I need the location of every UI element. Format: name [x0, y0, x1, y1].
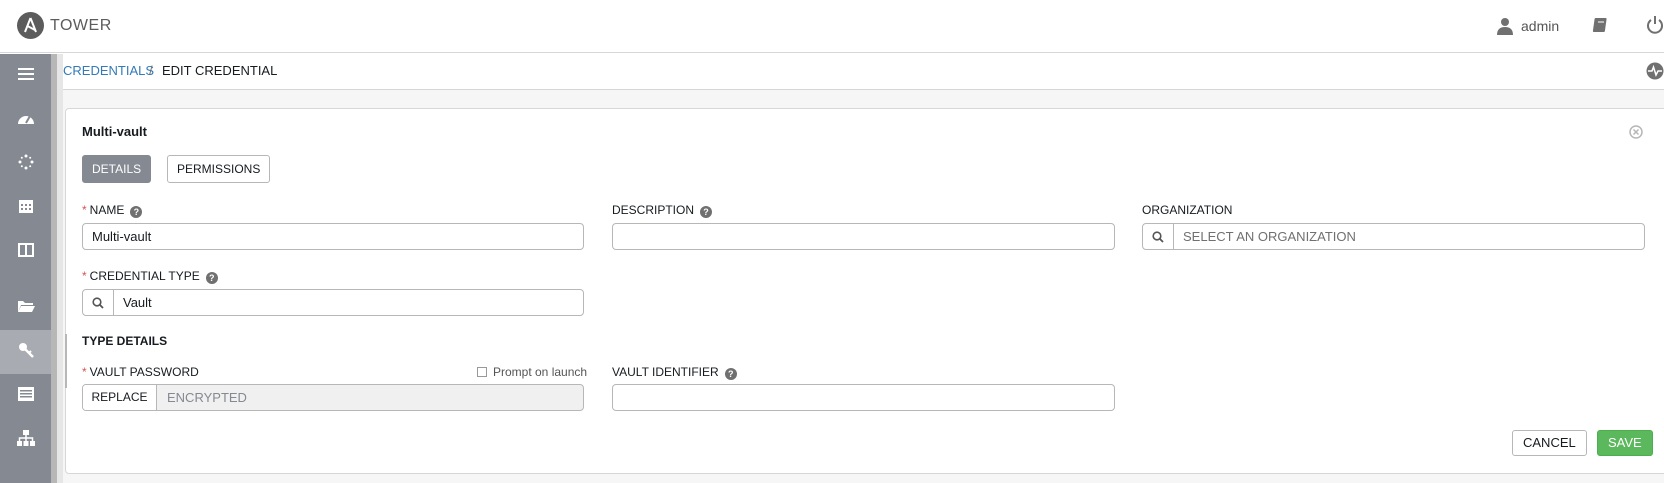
user-name-link[interactable]: admin	[1521, 18, 1559, 34]
vault-password-value: ENCRYPTED	[167, 390, 247, 405]
vault-password-field[interactable]: REPLACE ENCRYPTED	[82, 384, 584, 411]
name-input[interactable]: Multi-vault	[82, 223, 584, 250]
prompt-on-launch-label: Prompt on launch	[493, 365, 588, 379]
brand-name: TOWER	[50, 17, 112, 34]
folder-icon	[17, 299, 35, 318]
breadcrumb-separator: /	[149, 63, 153, 78]
vault-identifier-label: VAULT IDENTIFIER?	[612, 365, 737, 380]
help-icon[interactable]: ?	[700, 206, 713, 218]
breadcrumb-credentials-link[interactable]: CREDENTIALS	[63, 63, 154, 78]
sidebar-item-portal[interactable]	[0, 230, 51, 274]
prompt-on-launch[interactable]: Prompt on launch	[477, 365, 587, 379]
required-marker: *	[82, 203, 87, 217]
sidebar-item-schedules[interactable]	[0, 186, 51, 230]
sitemap-icon	[16, 429, 35, 451]
required-marker: *	[82, 365, 87, 379]
vault-password-label: * VAULT PASSWORD	[82, 365, 199, 379]
search-icon[interactable]	[1143, 224, 1174, 249]
key-icon	[18, 342, 34, 363]
save-button[interactable]: SAVE	[1597, 430, 1653, 456]
name-label: * NAME?	[82, 203, 143, 218]
required-marker: *	[82, 269, 87, 283]
tab-details[interactable]: DETAILS	[82, 155, 152, 183]
credential-type-lookup[interactable]: Vault	[82, 289, 584, 316]
dashboard-icon	[17, 111, 35, 130]
tab-permissions[interactable]: PERMISSIONS	[167, 155, 271, 183]
description-label: DESCRIPTION?	[612, 203, 713, 218]
vault-identifier-input[interactable]	[612, 384, 1115, 411]
sidebar-item-projects[interactable]	[0, 286, 51, 330]
organization-placeholder: SELECT AN ORGANIZATION	[1183, 229, 1356, 244]
sidebar-item-credentials[interactable]	[0, 330, 51, 374]
top-bar: TOWER admin	[0, 0, 1664, 53]
menu-icon	[17, 67, 34, 86]
type-details-title: TYPE DETAILS	[82, 334, 168, 348]
close-icon[interactable]	[1629, 125, 1643, 144]
description-input[interactable]	[612, 223, 1115, 250]
sidebar-menu-toggle[interactable]	[0, 54, 51, 98]
search-icon[interactable]	[83, 290, 114, 315]
help-icon[interactable]: ?	[205, 272, 218, 284]
calendar-icon	[18, 198, 34, 219]
panel-title: Multi-vault	[82, 124, 147, 139]
sidebar-item-inventories[interactable]	[0, 374, 51, 418]
user-icon[interactable]	[1497, 17, 1513, 40]
logout-power-icon[interactable]	[1646, 15, 1664, 40]
ansible-logo-icon[interactable]	[17, 12, 44, 39]
breadcrumb: CREDENTIALS / EDIT CREDENTIAL	[63, 54, 1664, 90]
sidebar-item-organizations[interactable]	[0, 418, 51, 462]
sidebar-item-jobs[interactable]	[0, 142, 51, 186]
cancel-button[interactable]: CANCEL	[1512, 430, 1587, 456]
credential-type-value: Vault	[123, 295, 152, 310]
credential-type-label: * CREDENTIAL TYPE?	[82, 269, 218, 284]
inventory-icon	[17, 386, 34, 406]
organization-label: ORGANIZATION	[1142, 203, 1233, 217]
breadcrumb-current: EDIT CREDENTIAL	[162, 63, 278, 78]
section-accent-bar	[65, 334, 67, 388]
activity-stream-icon[interactable]	[1646, 62, 1664, 85]
organization-lookup[interactable]: SELECT AN ORGANIZATION	[1142, 223, 1645, 250]
sidebar-nav	[0, 54, 51, 483]
portal-icon	[17, 242, 34, 262]
help-icon[interactable]: ?	[130, 206, 143, 218]
prompt-on-launch-checkbox[interactable]	[477, 367, 487, 377]
jobs-spinner-icon	[18, 154, 34, 175]
sidebar-item-dashboard[interactable]	[0, 98, 51, 142]
docs-book-icon[interactable]	[1592, 16, 1610, 39]
replace-button[interactable]: REPLACE	[83, 385, 157, 410]
help-icon[interactable]: ?	[724, 368, 737, 380]
